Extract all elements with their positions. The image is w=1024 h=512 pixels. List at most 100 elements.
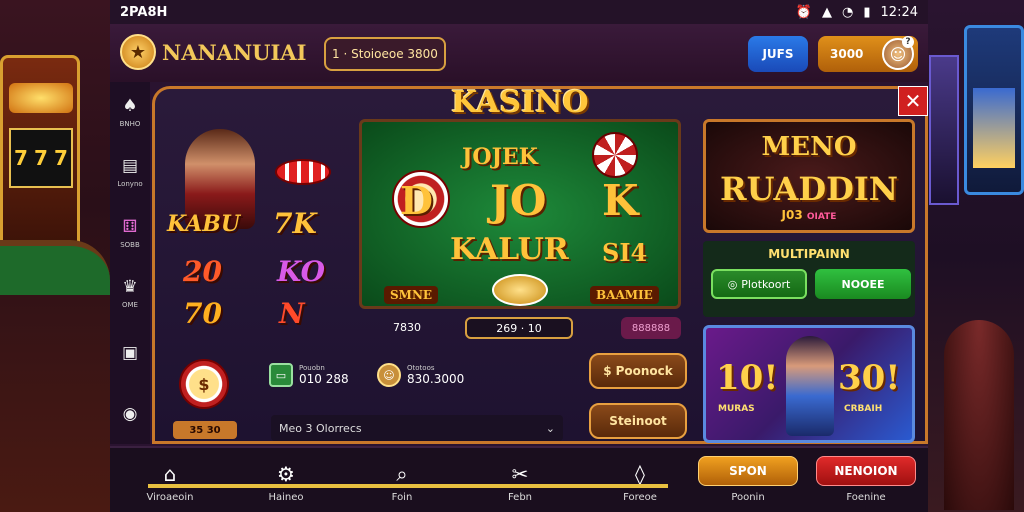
close-button[interactable]: ✕ <box>898 86 928 116</box>
register-button[interactable]: 3000 ☺ ? <box>818 36 918 72</box>
table-label-jojek: JOJEK <box>462 144 538 170</box>
game-tile-20[interactable]: 20 <box>183 255 222 288</box>
game-tile-ko[interactable]: KO <box>277 255 325 288</box>
sidebar-item-lonyno[interactable]: ▤ Lonyno <box>110 142 150 202</box>
battery-icon: ▮ <box>863 4 871 20</box>
sidebar-item-card[interactable]: ▣ <box>110 323 150 383</box>
withdraw-button[interactable]: Steinoot <box>589 403 687 439</box>
table-tag-smne[interactable]: SMNE <box>384 286 439 304</box>
promo-title: MENO <box>761 132 857 162</box>
logo-badge-icon: ★ <box>120 34 156 70</box>
promo-banner-ruaddin[interactable]: MENO RUADDIN J03 OIATE <box>703 119 915 233</box>
dice-icon: ⚅ <box>122 216 138 237</box>
logo[interactable]: ★ NANANUIAI <box>120 34 306 70</box>
tools-icon: ✂ <box>511 461 529 486</box>
stat-label: Ototoos <box>407 364 435 372</box>
search-icon: ⌕ <box>396 461 408 486</box>
background-left: 777 <box>0 0 110 512</box>
balance-display[interactable]: 1 · Stoioeoe 3800 <box>324 37 446 71</box>
game-table[interactable]: JOJEK D JO K KALUR SI4 SMNE BAAMIE <box>359 119 681 309</box>
promo-sub-left: MURAS <box>718 404 755 414</box>
sidebar-item-ome[interactable]: ♛ OME <box>110 263 150 323</box>
table-footer: 7830 269 · 10 888888 <box>359 315 681 343</box>
nav-label: Foreoe <box>623 491 657 503</box>
nav-settings[interactable]: ⚙ Haineo <box>236 456 336 508</box>
spade-icon: ♠ <box>122 96 138 117</box>
stat-players: ▭ Pouobn 010 288 <box>269 363 349 387</box>
nav-label: Foin <box>391 491 413 503</box>
spin-button[interactable]: SPON <box>698 456 798 486</box>
sidebar-item-sobb[interactable]: ⚅ SOBB <box>110 203 150 263</box>
nav-home[interactable]: ⌂ Viroaeoin <box>120 456 220 508</box>
avatar[interactable]: ☺ ? <box>882 36 914 70</box>
deposit-button[interactable]: $ Poonock <box>589 353 687 389</box>
nav-tools[interactable]: ✂ Febn <box>470 456 570 508</box>
cup-icon: ♛ <box>122 277 138 298</box>
multiplayer-join-button[interactable]: ◎ Plotkoort <box>711 269 807 299</box>
coin-icon: ☺ <box>377 363 401 387</box>
app-window: ★ NANANUIAI 1 · Stoioeoe 3800 JUFS 3000 … <box>110 24 928 512</box>
bet-pill[interactable]: 888888 <box>621 317 681 339</box>
promo-value-right: 30! <box>838 358 901 398</box>
register-label: 3000 <box>830 47 864 61</box>
nav-label: Viroaeoin <box>146 491 194 503</box>
room-select[interactable]: Meo 3 Olorrecs ⌄ <box>271 415 563 441</box>
nav-search[interactable]: ⌕ Foin <box>352 456 452 508</box>
promo-sub-code: J03 <box>781 208 803 222</box>
location-icon: ◊ <box>635 461 645 486</box>
stat-value: 830.3000 <box>407 372 465 386</box>
table-value: 7830 <box>393 321 421 334</box>
status-time-left: 2PA8H <box>120 4 168 20</box>
header: ★ NANANUIAI 1 · Stoioeoe 3800 JUFS 3000 … <box>110 24 928 82</box>
card-icon: ▣ <box>121 343 139 364</box>
logo-text: NANANUIAI <box>162 39 307 65</box>
login-button[interactable]: JUFS <box>748 36 808 72</box>
deposit-label: Poonock <box>615 364 673 378</box>
table-tag-baamie[interactable]: BAAMIE <box>590 286 659 304</box>
sidebar-item-chips[interactable]: ◉ <box>110 384 150 444</box>
nav-label: Haineo <box>268 491 304 503</box>
status-bar: 2PA8H ⏰ ▲ ◔ ▮ 12:24 <box>110 0 928 24</box>
spin-button-caption: Poonin <box>731 492 765 503</box>
notification-badge: ? <box>902 36 914 48</box>
sidebar-item-bnho[interactable]: ♠ BNHO <box>110 82 150 142</box>
multiplayer-mode-button[interactable]: NOOEE <box>815 269 911 299</box>
signal-icon: ▲ <box>822 4 833 20</box>
game-tile-kabu[interactable]: KABU <box>167 211 240 237</box>
home-icon: ⌂ <box>163 461 177 486</box>
promotion-button[interactable]: NENOION <box>816 456 916 486</box>
sidebar-item-label: SOBB <box>120 240 140 249</box>
promo-banner-bonus[interactable]: 10! 30! MURAS CRBAIH <box>703 325 915 443</box>
score-display: 269 · 10 <box>465 317 573 339</box>
promo-character-image <box>786 336 834 436</box>
select-value: 3 Olorrecs <box>305 421 362 435</box>
dollar-icon: $ <box>603 364 612 378</box>
jester-chip-icon <box>592 132 638 178</box>
game-tile-7k[interactable]: 7K <box>273 207 317 240</box>
promo-sub-right: CRBAIH <box>844 404 883 414</box>
nav-location[interactable]: ◊ Foreoe <box>590 456 690 508</box>
slot-reels: 777 <box>9 128 73 188</box>
slot-icon: ▤ <box>121 156 139 177</box>
game-tile-70[interactable]: 70 <box>183 297 222 330</box>
promo-sub: J03 OIATE <box>706 208 912 222</box>
chip-counter: 35 30 <box>173 421 237 439</box>
sidebar-item-label: OME <box>122 301 138 310</box>
stat-value: 010 288 <box>299 372 349 386</box>
chevron-down-icon: ⌄ <box>545 421 555 435</box>
stat-jackpot: ☺ Ototoos 830.3000 <box>377 363 464 387</box>
stat-label: Pouobn <box>299 364 325 372</box>
slot-reels <box>973 88 1015 168</box>
table-label-k: K <box>602 176 639 225</box>
game-tile-n[interactable]: N <box>279 297 305 330</box>
casino-table-decor <box>0 240 110 295</box>
gamepad-icon: ◎ <box>727 277 738 291</box>
info-row: $ 35 30 ▭ Pouobn 010 288 ☺ Ototoos 830.3… <box>165 349 687 441</box>
slot-machine-decor <box>929 55 959 205</box>
table-label-jo: JO <box>490 176 547 225</box>
home-indicator <box>148 484 668 488</box>
sidebar-item-label: BNHO <box>119 120 141 129</box>
gear-icon: ⚙ <box>277 461 295 486</box>
sidebar: ♠ BNHO ▤ Lonyno ⚅ SOBB ♛ OME ▣ ◉ <box>110 82 150 444</box>
select-prefix: Meo <box>279 421 302 435</box>
